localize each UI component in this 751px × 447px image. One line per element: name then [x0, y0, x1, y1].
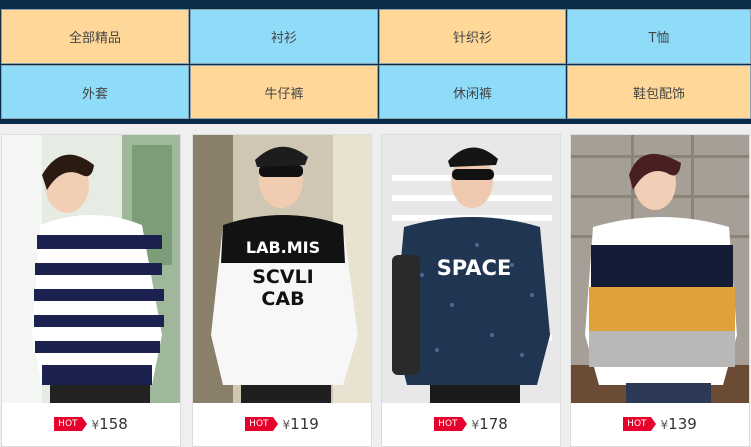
shirt-print-line1: SPACE [437, 256, 512, 280]
product-card[interactable]: HOT ¥139 [570, 134, 750, 447]
product-card[interactable]: HOT ¥158 [1, 134, 181, 447]
product-image[interactable]: LAB.MIS SCVLI CAB [193, 135, 371, 403]
category-all[interactable]: 全部精品 [1, 9, 189, 64]
category-jeans[interactable]: 牛仔裤 [190, 65, 378, 119]
product-price: ¥158 [91, 415, 128, 433]
product-card[interactable]: LAB.MIS SCVLI CAB HOT ¥119 [192, 134, 372, 447]
category-casual-pants[interactable]: 休闲裤 [379, 65, 566, 119]
product-image[interactable] [571, 135, 749, 403]
category-shirts[interactable]: 衬衫 [190, 9, 378, 64]
product-price: ¥139 [660, 415, 697, 433]
hot-badge: HOT [245, 417, 278, 431]
product-price: ¥178 [471, 415, 508, 433]
shirt-print-line2: SCVLI [252, 266, 314, 288]
category-knitwear[interactable]: 针织衫 [379, 9, 566, 64]
price-row: HOT ¥178 [382, 411, 560, 437]
price-row: HOT ¥158 [2, 411, 180, 437]
product-image[interactable] [2, 135, 180, 403]
shirt-print-line1: LAB.MIS [246, 238, 320, 257]
category-shoes-bags[interactable]: 鞋包配饰 [567, 65, 751, 119]
price-row: HOT ¥119 [193, 411, 371, 437]
price-row: HOT ¥139 [571, 411, 749, 437]
product-image[interactable]: SPACE [382, 135, 560, 403]
product-price: ¥119 [282, 415, 319, 433]
hot-badge: HOT [434, 417, 467, 431]
category-tshirts[interactable]: T恤 [567, 9, 751, 64]
category-jackets[interactable]: 外套 [1, 65, 189, 119]
category-nav: 全部精品 衬衫 针织衫 T恤 外套 牛仔裤 休闲裤 鞋包配饰 [0, 0, 751, 124]
hot-badge: HOT [623, 417, 656, 431]
hot-badge: HOT [54, 417, 87, 431]
shirt-print-line3: CAB [261, 288, 304, 310]
product-card[interactable]: SPACE HOT ¥178 [381, 134, 561, 447]
